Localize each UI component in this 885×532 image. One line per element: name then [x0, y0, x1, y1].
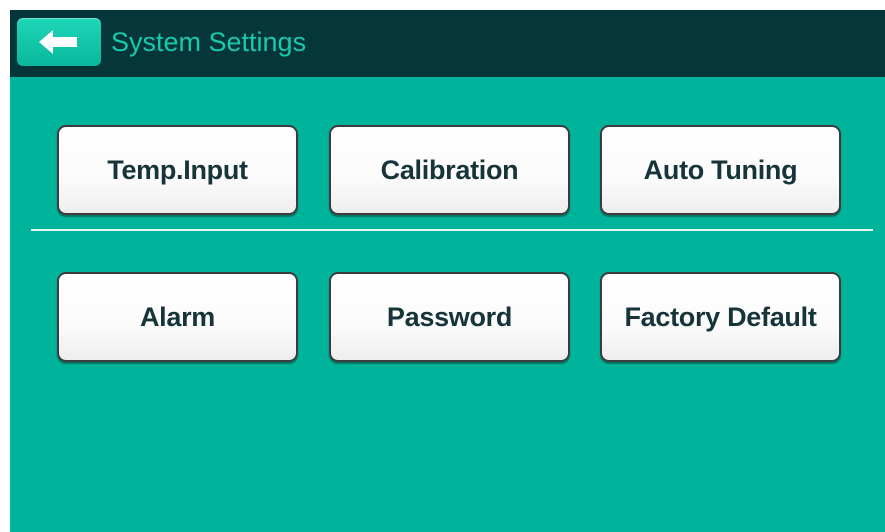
factory-default-button[interactable]: Factory Default — [600, 272, 841, 362]
temp-input-button[interactable]: Temp.Input — [57, 125, 298, 215]
button-label: Temp.Input — [107, 154, 248, 185]
divider — [31, 229, 873, 231]
calibration-button[interactable]: Calibration — [329, 125, 570, 215]
button-label: Auto Tuning — [643, 154, 798, 185]
button-label: Factory Default — [624, 301, 817, 332]
button-label: Calibration — [380, 154, 519, 185]
button-label: Password — [386, 301, 513, 332]
button-label: Alarm — [139, 301, 216, 332]
arrow-left-icon — [39, 30, 77, 54]
alarm-button[interactable]: Alarm — [57, 272, 298, 362]
auto-tuning-button[interactable]: Auto Tuning — [600, 125, 841, 215]
page-title: System Settings — [111, 27, 307, 57]
header-bar: System Settings — [10, 10, 885, 77]
back-button[interactable] — [17, 18, 101, 66]
settings-screen: System Settings Temp.Input Calibration A… — [10, 10, 885, 532]
password-button[interactable]: Password — [329, 272, 570, 362]
